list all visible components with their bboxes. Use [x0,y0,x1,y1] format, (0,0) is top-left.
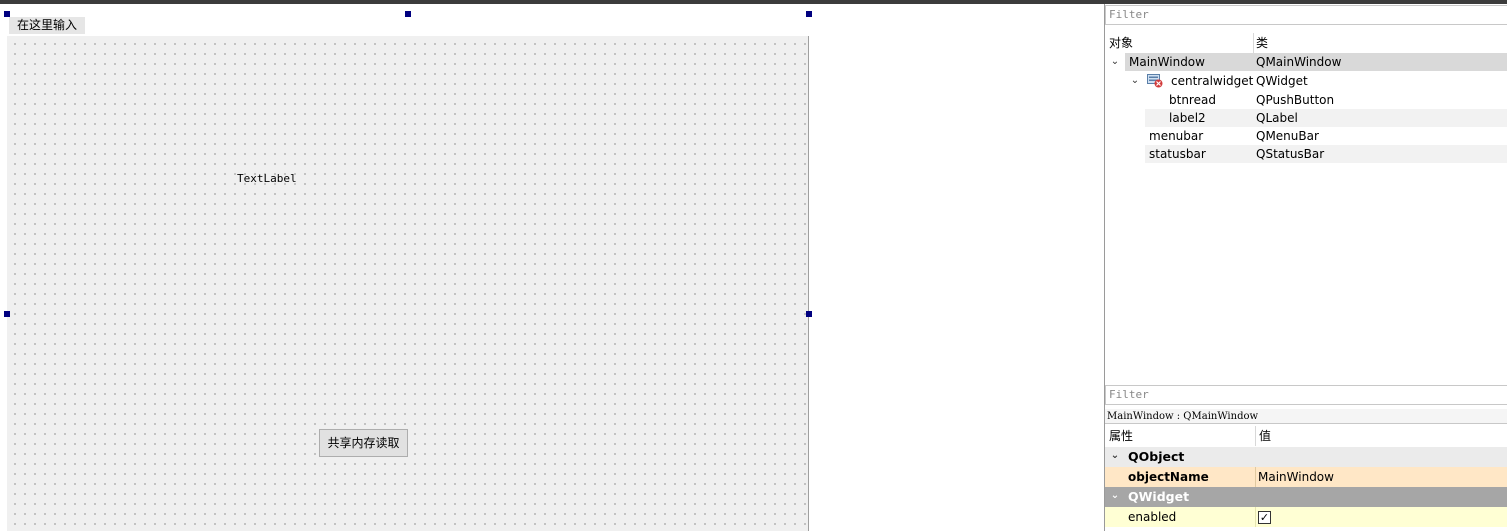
resize-handle-top[interactable] [405,11,411,17]
menubar-type-here-entry[interactable]: 在这里输入 [9,17,86,34]
column-header-value[interactable]: 值 [1255,424,1271,448]
resize-handle-right[interactable] [806,311,812,317]
property-name: objectName [1128,470,1209,484]
form-designer-area: 在这里输入 TextLabel 共享内存读取 [0,4,1104,531]
object-row-label2[interactable]: label2 QLabel [1105,109,1507,127]
enabled-checkbox[interactable]: ✓ [1258,511,1271,524]
group-name: QObject [1128,449,1185,464]
object-name: centralwidget [1171,74,1254,88]
object-class: QPushButton [1256,93,1335,107]
object-name: MainWindow [1125,53,1255,71]
chevron-down-icon[interactable]: ⌄ [1109,487,1121,507]
object-row-menubar[interactable]: menubar QMenuBar [1105,127,1507,145]
column-header-object[interactable]: 对象 [1105,31,1133,55]
property-row-objectname[interactable]: objectName MainWindow [1105,467,1507,487]
object-table-header: 对象 类 [1105,31,1507,55]
object-name: menubar [1149,129,1204,143]
cell-divider [1255,467,1256,487]
object-name: label2 [1145,109,1255,127]
object-name: statusbar [1145,145,1255,163]
group-name: QWidget [1128,489,1190,504]
main-window-form[interactable]: 在这里输入 TextLabel 共享内存读取 [7,14,809,531]
property-group-qwidget[interactable]: ⌄ QWidget [1105,487,1507,507]
widget-icon [1147,74,1163,88]
shared-memory-read-button[interactable]: 共享内存读取 [319,429,408,457]
object-name: btnread [1169,93,1216,107]
object-class: QLabel [1255,109,1507,127]
property-row-enabled[interactable]: enabled ✓ [1105,507,1507,527]
form-menubar[interactable]: 在这里输入 [7,14,809,36]
property-value[interactable]: MainWindow [1258,467,1334,487]
object-row-mainwindow[interactable]: ⌄ MainWindow QMainWindow [1105,53,1507,71]
resize-handle-left[interactable] [4,311,10,317]
chevron-down-icon[interactable]: ⌄ [1109,53,1121,71]
column-header-class[interactable]: 类 [1252,31,1268,55]
cell-divider [1255,507,1256,527]
property-name: enabled [1128,510,1177,524]
property-group-qobject[interactable]: ⌄ QObject [1105,447,1507,467]
resize-handle-top-left[interactable] [4,11,10,17]
object-class: QStatusBar [1255,145,1507,163]
object-row-statusbar[interactable]: statusbar QStatusBar [1105,145,1507,163]
object-row-centralwidget[interactable]: ⌄ centralwidget QWidget [1105,72,1507,90]
object-class: QWidget [1256,74,1308,88]
chevron-down-icon[interactable]: ⌄ [1129,72,1141,90]
property-table-header: 属性 值 [1105,424,1507,448]
column-header-property[interactable]: 属性 [1105,424,1133,448]
object-class: QMenuBar [1256,129,1319,143]
chevron-down-icon[interactable]: ⌄ [1109,447,1121,467]
resize-handle-top-right[interactable] [806,11,812,17]
object-class: QMainWindow [1255,53,1507,71]
right-dock-panel: Filter 对象 类 ⌄ MainWindow QMainWindow ⌄ c… [1104,4,1507,531]
text-label-widget[interactable]: TextLabel [237,172,297,185]
object-row-btnread[interactable]: btnread QPushButton [1105,91,1507,109]
object-filter-input[interactable]: Filter [1105,5,1507,25]
property-filter-input[interactable]: Filter [1105,385,1507,405]
central-widget-canvas[interactable]: TextLabel 共享内存读取 [7,36,808,531]
property-editor-object-title: MainWindow : QMainWindow [1105,409,1507,424]
